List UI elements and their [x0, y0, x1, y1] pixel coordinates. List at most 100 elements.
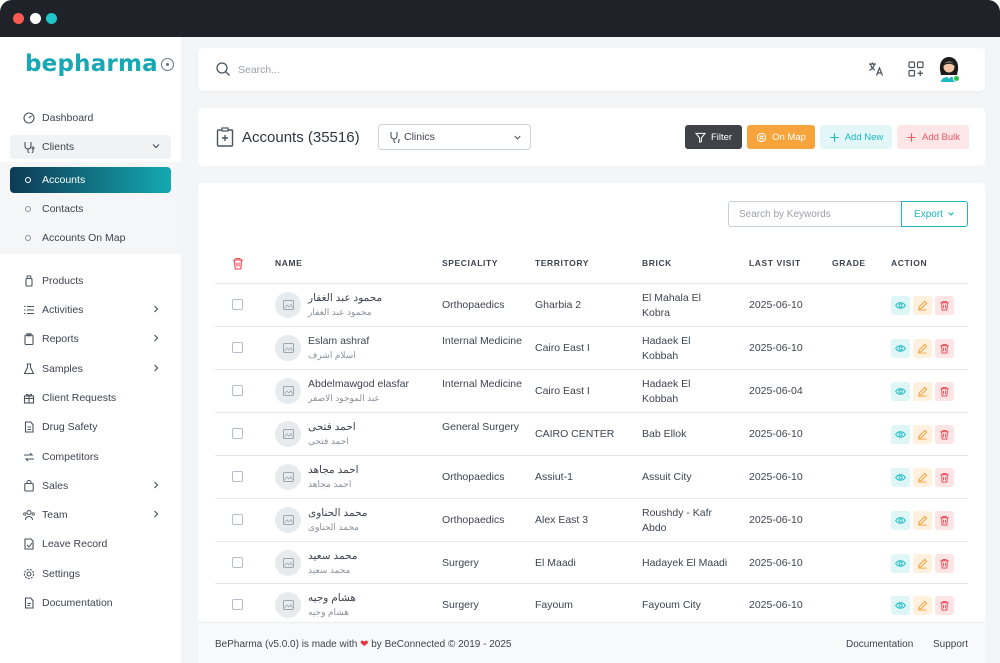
sidebar-subitem-contacts[interactable]: Contacts	[10, 196, 171, 222]
delete-button[interactable]	[935, 296, 954, 315]
account-name[interactable]: Eslam ashraf	[308, 335, 369, 347]
sidebar-item-leave-record[interactable]: Leave Record	[10, 532, 171, 556]
view-button[interactable]	[891, 511, 910, 530]
pencil-icon	[918, 300, 928, 311]
eye-icon	[895, 345, 906, 352]
account-name[interactable]: محمد سعيد	[308, 550, 357, 562]
sidebar-item-clients[interactable]: Clients	[10, 135, 171, 159]
view-button[interactable]	[891, 339, 910, 358]
delete-button[interactable]	[935, 468, 954, 487]
column-header-territory[interactable]: TERRITORY	[535, 258, 589, 268]
sidebar-item-dashboard[interactable]: Dashboard	[10, 106, 171, 130]
edit-button[interactable]	[913, 382, 932, 401]
delete-button[interactable]	[935, 511, 954, 530]
delete-button[interactable]	[935, 382, 954, 401]
row-checkbox[interactable]	[232, 471, 243, 482]
delete-button[interactable]	[935, 554, 954, 573]
apps-grid-icon[interactable]	[907, 60, 925, 78]
export-button[interactable]: Export	[901, 201, 968, 227]
account-type-select[interactable]: Clinics	[378, 124, 531, 150]
column-header-brick[interactable]: BRICK	[642, 258, 672, 268]
column-header-grade[interactable]: GRADE	[832, 258, 866, 268]
sidebar-item-documentation[interactable]: Documentation	[10, 591, 171, 615]
account-name[interactable]: احمد فتحى	[308, 421, 356, 433]
view-button[interactable]	[891, 382, 910, 401]
view-button[interactable]	[891, 425, 910, 444]
edit-button[interactable]	[913, 339, 932, 358]
column-header-last-visit[interactable]: LAST VISIT	[749, 258, 801, 268]
table-row[interactable]: محمود عبد الغفار محمود عبد الغفار Orthopae…	[198, 284, 985, 327]
brand-logo[interactable]: bepharma	[25, 51, 158, 77]
table-row[interactable]: هشام وجيه هشام وجيه Surgery Fayoum Fayoum Ci…	[198, 584, 985, 627]
search-icon	[216, 62, 230, 76]
territory-cell: Cairo East I	[535, 385, 590, 397]
edit-button[interactable]	[913, 554, 932, 573]
table-row[interactable]: احمد فتحى احمد فتحى General Surgery CAIRO C…	[198, 413, 985, 456]
edit-button[interactable]	[913, 296, 932, 315]
sidebar-subitem-accounts[interactable]: Accounts	[10, 167, 171, 193]
footer-documentation-link[interactable]: Documentation	[846, 639, 913, 650]
view-button[interactable]	[891, 596, 910, 615]
add-bulk-button[interactable]: Add Bulk	[897, 125, 969, 149]
edit-button[interactable]	[913, 425, 932, 444]
sidebar-item-samples[interactable]: Samples	[10, 357, 171, 381]
on-map-button[interactable]: On Map	[747, 125, 815, 149]
row-checkbox[interactable]	[232, 342, 243, 353]
table-row[interactable]: احمد مجاهد احمد مجاهد Orthopaedics Assiut-1…	[198, 456, 985, 499]
sidebar-item-competitors[interactable]: Competitors	[10, 445, 171, 469]
row-checkbox[interactable]	[232, 428, 243, 439]
sidebar-toggle-icon[interactable]	[161, 58, 174, 71]
minimize-window-dot[interactable]	[30, 13, 41, 24]
row-checkbox[interactable]	[232, 299, 243, 310]
account-name[interactable]: محمد الحناوى	[308, 507, 367, 519]
delete-button[interactable]	[935, 596, 954, 615]
view-button[interactable]	[891, 554, 910, 573]
row-checkbox[interactable]	[232, 385, 243, 396]
brick-cell: Fayoum City	[642, 599, 701, 611]
translate-icon[interactable]	[867, 60, 885, 78]
keyword-search-input[interactable]	[728, 201, 901, 227]
add-new-button[interactable]: Add New	[820, 125, 892, 149]
sidebar-subitem-accounts-on-map[interactable]: Accounts On Map	[10, 225, 171, 251]
sidebar-item-reports[interactable]: Reports	[10, 327, 171, 351]
sidebar-item-team[interactable]: Team	[10, 503, 171, 527]
avatar-placeholder	[275, 292, 301, 318]
bottle-icon	[22, 275, 35, 288]
table-row[interactable]: Abdelmawgod elasfar عبد الموجود الاصفر Int…	[198, 370, 985, 413]
sidebar-item-drug-safety[interactable]: Drug Safety	[10, 415, 171, 439]
edit-button[interactable]	[913, 468, 932, 487]
sidebar-item-activities[interactable]: Activities	[10, 298, 171, 322]
row-checkbox[interactable]	[232, 599, 243, 610]
territory-cell: Fayoum	[535, 599, 573, 611]
sidebar-item-sales[interactable]: Sales	[10, 474, 171, 498]
sidebar-item-settings[interactable]: Settings	[10, 562, 171, 586]
row-checkbox[interactable]	[232, 514, 243, 525]
global-search-input[interactable]	[238, 61, 638, 78]
edit-button[interactable]	[913, 596, 932, 615]
column-header-speciality[interactable]: SPECIALITY	[442, 258, 498, 268]
column-header-name[interactable]: NAME	[275, 258, 302, 268]
edit-button[interactable]	[913, 511, 932, 530]
sidebar-item-client-requests[interactable]: Client Requests	[10, 386, 171, 410]
table-row[interactable]: محمد سعيد محمد سعيد Surgery El Maadi Hadayek…	[198, 542, 985, 585]
view-button[interactable]	[891, 468, 910, 487]
table-row[interactable]: Eslam ashraf اسلام اشرف Internal Medicine C…	[198, 327, 985, 370]
view-button[interactable]	[891, 296, 910, 315]
footer-support-link[interactable]: Support	[933, 639, 968, 650]
sidebar-item-label: Sales	[42, 480, 69, 492]
maximize-window-dot[interactable]	[46, 13, 57, 24]
filter-button[interactable]: Filter	[685, 125, 742, 149]
speciality-cell: Orthopaedics	[442, 299, 505, 311]
account-name[interactable]: محمود عبد الغفار	[308, 292, 382, 304]
close-window-dot[interactable]	[13, 13, 24, 24]
bulk-delete-icon[interactable]	[232, 257, 244, 270]
table-row[interactable]: محمد الحناوى محمد الحناوى Orthopaedics Alex…	[198, 499, 985, 542]
brick-cell: Assuit City	[642, 471, 692, 483]
sidebar-item-products[interactable]: Products	[10, 269, 171, 293]
delete-button[interactable]	[935, 425, 954, 444]
account-name[interactable]: Abdelmawgod elasfar	[308, 378, 409, 390]
row-checkbox[interactable]	[232, 557, 243, 568]
account-name[interactable]: احمد مجاهد	[308, 464, 359, 476]
delete-button[interactable]	[935, 339, 954, 358]
account-name[interactable]: هشام وجيه	[308, 592, 356, 604]
